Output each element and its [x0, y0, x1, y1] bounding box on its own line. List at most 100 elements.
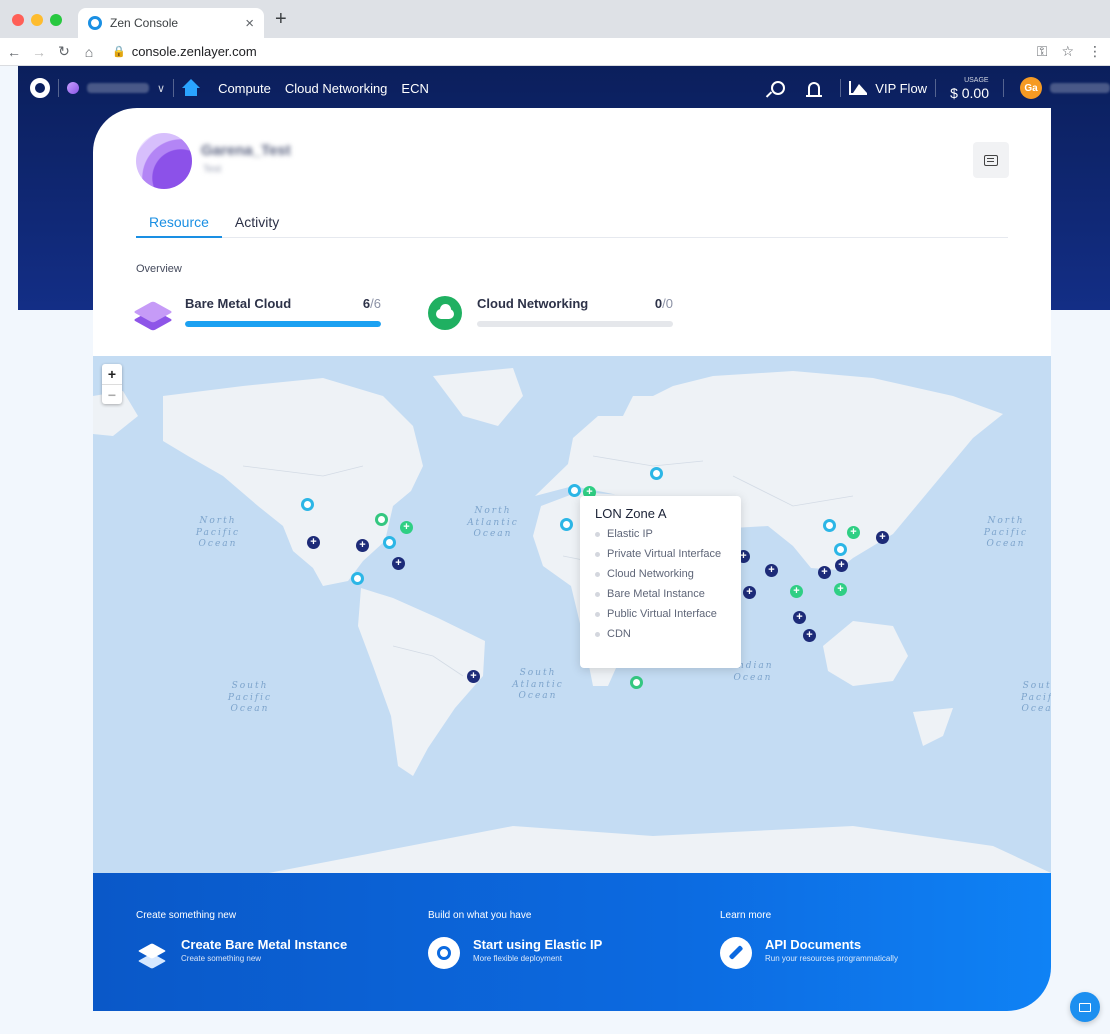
overview-heading: Overview [136, 263, 182, 275]
search-button[interactable] [768, 78, 788, 98]
url-field[interactable]: console.zenlayer.com [132, 44, 257, 59]
popup-service-item: Private Virtual Interface [595, 547, 735, 561]
details-button[interactable] [973, 142, 1009, 178]
popup-service-item: Public Virtual Interface [595, 607, 735, 621]
datacenter-marker[interactable]: + [467, 670, 480, 683]
nav-cloud-networking[interactable]: Cloud Networking [285, 81, 388, 96]
quick-action-subtitle: More flexible deployment [473, 954, 562, 963]
datacenter-marker[interactable]: + [818, 566, 831, 579]
quick-action-heading: Learn more [720, 910, 772, 921]
tab-activity[interactable]: Activity [222, 214, 292, 238]
datacenter-marker[interactable] [650, 467, 663, 480]
nav-compute[interactable]: Compute [218, 81, 271, 96]
location-popup: LON Zone A Elastic IP Private Virtual In… [580, 496, 741, 668]
tab-resource[interactable]: Resource [136, 214, 222, 238]
datacenter-marker[interactable] [383, 536, 396, 549]
minimize-window-button[interactable] [31, 14, 43, 26]
ocean-label: South Atlantic Ocean [512, 668, 564, 702]
profile-role: Test [203, 164, 222, 175]
datacenter-marker[interactable]: + [356, 539, 369, 552]
quick-action-title: Create Bare Metal Instance [181, 937, 348, 952]
ocean-label: North Atlantic Ocean [467, 506, 519, 540]
team-name-blurred[interactable] [87, 83, 149, 93]
datacenter-marker[interactable] [823, 519, 836, 532]
reload-button[interactable]: ↻ [53, 43, 75, 60]
vip-flow-button[interactable]: VIP Flow [849, 81, 927, 96]
datacenter-marker[interactable]: + [790, 585, 803, 598]
popup-service-item: Cloud Networking [595, 567, 735, 581]
zenlayer-logo-icon[interactable] [30, 78, 50, 98]
datacenter-marker[interactable] [630, 676, 643, 689]
create-bare-metal-link[interactable]: Create Bare Metal Instance Create someth… [136, 937, 347, 969]
team-icon [67, 82, 79, 94]
usage-display[interactable]: USAGE $ 0.00 [950, 77, 989, 100]
datacenter-marker[interactable]: + [392, 557, 405, 570]
team-avatar [136, 133, 192, 189]
ocean-label: South Pacific Ocean [1021, 681, 1051, 715]
popup-service-item: Bare Metal Instance [595, 587, 735, 601]
resource-name: Cloud Networking [477, 296, 589, 311]
close-window-button[interactable] [12, 14, 24, 26]
datacenter-marker[interactable]: + [847, 526, 860, 539]
user-name-blurred[interactable] [1050, 83, 1110, 93]
quick-action-subtitle: Run your resources programmatically [765, 954, 898, 963]
support-chat-button[interactable] [1070, 992, 1100, 1022]
bookmark-star-icon[interactable]: ☆ [1061, 43, 1074, 60]
world-map[interactable]: + − North Pacific Ocean North Atlantic O… [93, 356, 1051, 873]
user-avatar[interactable]: Ga [1020, 77, 1042, 99]
datacenter-marker[interactable]: + [835, 559, 848, 572]
resource-total: /0 [662, 296, 673, 311]
browser-tab[interactable]: Zen Console × [78, 8, 264, 38]
quick-action-title: API Documents [765, 937, 862, 952]
tab-title: Zen Console [110, 16, 179, 30]
resource-progress-bar [185, 321, 381, 327]
back-button[interactable]: ← [3, 44, 25, 60]
quick-action-build: Build on what you have Start using Elast… [428, 910, 602, 969]
datacenter-marker[interactable] [834, 543, 847, 556]
datacenter-marker[interactable]: + [743, 586, 756, 599]
zoom-out-button[interactable]: − [102, 384, 122, 404]
quick-action-heading: Build on what you have [428, 910, 532, 921]
datacenter-marker[interactable]: + [400, 521, 413, 534]
new-tab-button[interactable]: + [275, 8, 287, 31]
notifications-button[interactable] [804, 78, 824, 98]
datacenter-marker[interactable]: + [793, 611, 806, 624]
datacenter-marker[interactable]: + [803, 629, 816, 642]
datacenter-marker[interactable] [560, 518, 573, 531]
ocean-label: North Pacific Ocean [195, 516, 241, 550]
zenlayer-favicon-icon [88, 16, 102, 30]
datacenter-marker[interactable]: + [834, 583, 847, 596]
resource-bare-metal-cloud[interactable]: Bare Metal Cloud 6/6 [133, 296, 381, 331]
home-button[interactable]: ⌂ [78, 44, 100, 60]
forward-button[interactable]: → [28, 44, 50, 60]
chevron-down-icon[interactable]: ∨ [157, 82, 165, 95]
nav-ecn[interactable]: ECN [401, 81, 428, 96]
datacenter-marker[interactable] [375, 513, 388, 526]
profile-name: Garena_Test [201, 142, 291, 159]
usage-value: $ 0.00 [950, 84, 989, 101]
close-tab-icon[interactable]: × [245, 15, 254, 32]
datacenter-marker[interactable] [568, 484, 581, 497]
quick-action-heading: Create something new [136, 910, 237, 921]
popup-title: LON Zone A [595, 506, 667, 521]
browser-tab-bar: Zen Console × + [0, 0, 1110, 38]
api-documents-link[interactable]: API Documents Run your resources program… [720, 937, 898, 969]
list-icon [984, 154, 998, 166]
quick-action-learn: Learn more API Documents Run your resour… [720, 910, 898, 969]
key-icon[interactable]: ⚿ [1037, 43, 1048, 60]
datacenter-marker[interactable] [301, 498, 314, 511]
home-icon[interactable] [182, 79, 201, 97]
elastic-ip-link[interactable]: Start using Elastic IP More flexible dep… [428, 937, 602, 969]
resource-cloud-networking[interactable]: Cloud Networking 0/0 [428, 296, 673, 330]
mail-icon [1079, 1002, 1091, 1012]
datacenter-marker[interactable]: + [307, 536, 320, 549]
zoom-in-button[interactable]: + [102, 364, 122, 384]
datacenter-marker[interactable]: + [876, 531, 889, 544]
datacenter-marker[interactable] [351, 572, 364, 585]
nav-divider [840, 79, 842, 97]
resource-progress-fill [185, 321, 381, 327]
datacenter-marker[interactable]: + [765, 564, 778, 577]
more-menu-icon[interactable]: ⋮ [1088, 43, 1102, 60]
ocean-label: South Pacific Ocean [227, 681, 273, 715]
maximize-window-button[interactable] [50, 14, 62, 26]
